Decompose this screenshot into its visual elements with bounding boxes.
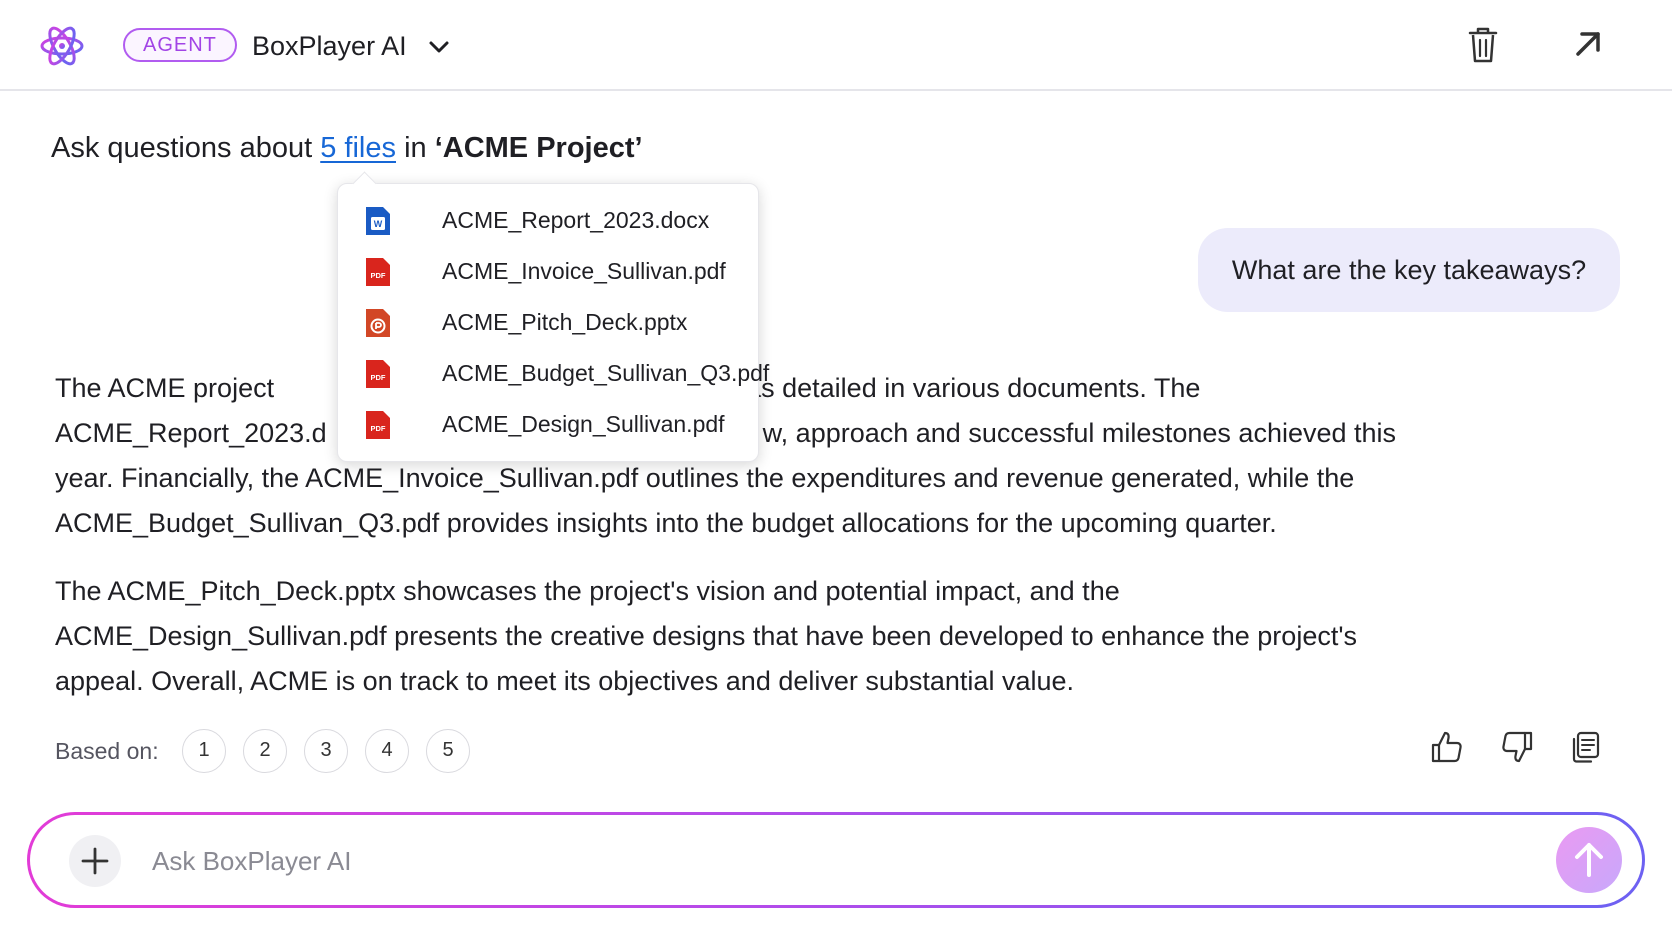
intro-line: Ask questions about 5 files in ‘ACME Pro… — [51, 128, 643, 168]
answer-paragraph-1-rest: year. Financially, the ACME_Invoice_Sull… — [55, 463, 1355, 538]
answer-line-1-end: 3, as detailed in various documents. The — [716, 373, 1201, 403]
pdf-icon: PDF — [366, 258, 390, 286]
file-item[interactable]: ACME_Pitch_Deck.pptx — [364, 300, 744, 344]
based-on-label: Based on: — [55, 738, 159, 764]
agent-badge: AGENT — [123, 28, 237, 62]
project-name: ‘ACME Project’ — [434, 132, 643, 164]
thumbs-up-icon[interactable] — [1428, 728, 1466, 766]
file-name: ACME_Budget_Sullivan_Q3.pdf — [442, 360, 770, 386]
app-name[interactable]: BoxPlayer AI — [252, 28, 407, 64]
plus-icon — [81, 847, 109, 875]
source-chip-3[interactable]: 3 — [304, 729, 348, 773]
svg-text:PDF: PDF — [371, 271, 386, 280]
source-chip-5[interactable]: 5 — [426, 729, 470, 773]
app-header: AGENT BoxPlayer AI — [0, 0, 1672, 91]
svg-text:PDF: PDF — [371, 424, 386, 433]
files-link[interactable]: 5 files — [320, 132, 396, 164]
file-name: ACME_Pitch_Deck.pptx — [442, 309, 688, 335]
file-name: ACME_Design_Sullivan.pdf — [442, 411, 725, 437]
pdf-icon: PDF — [366, 411, 390, 439]
file-name: ACME_Invoice_Sullivan.pdf — [442, 258, 726, 284]
intro-prefix: Ask questions about — [51, 132, 313, 164]
trash-icon[interactable] — [1464, 24, 1502, 66]
file-name: ACME_Report_2023.docx — [442, 207, 710, 233]
file-item[interactable]: PDF ACME_Invoice_Sullivan.pdf — [364, 249, 744, 293]
svg-text:W: W — [374, 219, 383, 229]
user-message-bubble: What are the key takeaways? — [1198, 228, 1620, 312]
arrow-up-right-icon[interactable] — [1570, 26, 1606, 62]
atom-logo-icon — [40, 26, 84, 66]
answer-line-2-start: ACME_Report_2023.d — [55, 418, 327, 448]
powerpoint-icon — [366, 309, 390, 337]
copy-icon[interactable] — [1566, 728, 1604, 766]
ask-input[interactable] — [150, 833, 1454, 889]
file-item[interactable]: PDF ACME_Design_Sullivan.pdf — [364, 402, 744, 446]
pdf-icon: PDF — [366, 360, 390, 388]
word-doc-icon: W — [366, 207, 390, 235]
add-attachment-button[interactable] — [69, 835, 121, 887]
answer-paragraph-2: The ACME_Pitch_Deck.pptx showcases the p… — [55, 576, 1357, 696]
source-chip-1[interactable]: 1 — [182, 729, 226, 773]
file-item[interactable]: W ACME_Report_2023.docx — [364, 198, 744, 242]
svg-text:PDF: PDF — [371, 373, 386, 382]
answer-line-1-start: The ACME project — [55, 373, 275, 403]
send-button[interactable] — [1556, 827, 1622, 893]
file-item[interactable]: PDF ACME_Budget_Sullivan_Q3.pdf — [364, 351, 769, 395]
source-chip-4[interactable]: 4 — [365, 729, 409, 773]
composer-inner — [30, 815, 1642, 905]
source-chip-2[interactable]: 2 — [243, 729, 287, 773]
thumbs-down-icon[interactable] — [1498, 728, 1536, 766]
arrow-up-icon — [1575, 843, 1603, 877]
popup-caret — [352, 171, 377, 196]
composer — [27, 812, 1645, 908]
files-popup: W ACME_Report_2023.docx PDF ACME_Invoice… — [337, 171, 769, 462]
intro-middle: in — [404, 132, 427, 164]
chevron-down-icon[interactable] — [426, 36, 452, 58]
answer-line-2-end: w, approach and successful milestones ac… — [762, 418, 1397, 448]
